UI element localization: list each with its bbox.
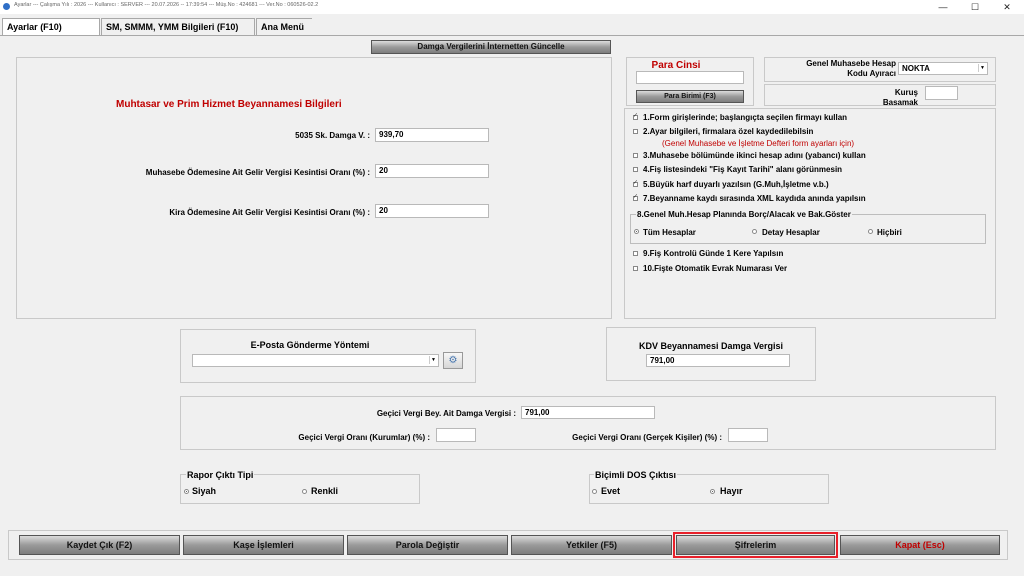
gecici-gercek-input[interactable] [728, 428, 768, 442]
kdv-title: KDV Beyannamesi Damga Vergisi [638, 341, 784, 351]
gear-icon[interactable]: ⚙ [443, 352, 463, 369]
gecici-kurumlar-input[interactable] [436, 428, 476, 442]
radio-hayir-label: Hayır [720, 486, 743, 496]
kurus-input[interactable] [925, 86, 958, 100]
sifrelerim-button[interactable]: Şifrelerim [673, 532, 838, 558]
radio-detay-hesaplar-label: Detay Hesaplar [762, 228, 820, 237]
option-3-checkbox[interactable] [633, 153, 638, 158]
gecici-gercek-label: Geçici Vergi Oranı (Gerçek Kişiler) (%) … [572, 433, 722, 442]
para-birimi-button[interactable]: Para Birimi (F3) [636, 90, 744, 103]
tab-sm-smmm-ymm[interactable]: SM, SMMM, YMM Bilgileri (F10) [101, 18, 255, 35]
option-5-label: 5.Büyük harf duyarlı yazılsın (G.Muh,İşl… [643, 180, 829, 189]
option-9-checkbox[interactable] [633, 251, 638, 256]
radio-evet[interactable] [592, 489, 597, 494]
radio-evet-label: Evet [601, 486, 621, 496]
kdv-damga-input[interactable]: 791,00 [646, 354, 790, 367]
option-9-label: 9.Fiş Kontrolü Günde 1 Kere Yapılsın [643, 249, 784, 258]
tab-divider [0, 35, 1024, 36]
damga-update-button[interactable]: Damga Vergilerini İnternetten Güncelle [371, 40, 611, 54]
parola-degistir-button[interactable]: Parola Değiştir [347, 535, 508, 555]
hesap-ayirac-value: NOKTA [902, 64, 930, 73]
window-title: Ayarlar --- Çalışma Yılı : 2026 --- Kull… [14, 2, 319, 8]
borc-alacak-title: 8.Genel Muh.Hesap Planında Borç/Alacak v… [636, 210, 852, 219]
gecici-damga-label: Geçici Vergi Bey. Ait Damga Vergisi : [376, 409, 516, 418]
minimize-button[interactable]: — [928, 0, 958, 14]
muhtasar-panel [16, 57, 612, 319]
kurus-label-2: Basamak [882, 98, 918, 107]
kase-islemleri-button[interactable]: Kaşe İşlemleri [183, 535, 344, 555]
eposta-select[interactable]: ▼ [192, 354, 439, 367]
radio-renkli-label: Renkli [311, 486, 339, 496]
radio-siyah[interactable] [184, 489, 189, 494]
kaydet-cik-button[interactable]: Kaydet Çık (F2) [19, 535, 180, 555]
tab-bar: Ayarlar (F10) SM, SMMM, YMM Bilgileri (F… [0, 18, 1024, 36]
radio-hayir[interactable] [710, 489, 715, 494]
muhtasar-title: Muhtasar ve Prim Hizmet Beyannamesi Bilg… [116, 99, 342, 110]
chevron-down-icon[interactable]: ▼ [429, 356, 437, 364]
kapat-button[interactable]: Kapat (Esc) [840, 535, 1000, 555]
gecici-kurumlar-label: Geçici Vergi Oranı (Kurumlar) (%) : [298, 433, 430, 442]
kira-kesinti-input[interactable]: 20 [375, 204, 489, 218]
option-4-label: 4.Fiş listesindeki "Fiş Kayıt Tarihi" al… [643, 165, 843, 174]
yetkiler-button[interactable]: Yetkiler (F5) [511, 535, 672, 555]
option-5-checkbox[interactable] [633, 179, 638, 187]
damga-v-label: 5035 Sk. Damga V. : [295, 131, 370, 140]
dos-cikti-title: Biçimli DOS Çıktısı [594, 470, 678, 480]
radio-tum-hesaplar[interactable] [634, 229, 639, 234]
gecici-damga-input[interactable]: 791,00 [521, 406, 655, 419]
tab-ana-menu[interactable]: Ana Menü [256, 18, 312, 35]
option-3-label: 3.Muhasebe bölümünde ikinci hesap adını … [643, 151, 866, 160]
muhasebe-kesinti-input[interactable]: 20 [375, 164, 489, 178]
app-icon [3, 3, 10, 10]
option-1-checkbox[interactable] [633, 112, 638, 120]
radio-siyah-label: Siyah [192, 486, 217, 496]
para-cinsi-title: Para Cinsi [651, 60, 701, 71]
hesap-ayirac-label-2: Kodu Ayıracı [847, 69, 896, 78]
damga-v-input[interactable]: 939,70 [375, 128, 489, 142]
muhasebe-kesinti-label: Muhasebe Ödemesine Ait Gelir Vergisi Kes… [145, 168, 370, 177]
option-1-label: 1.Form girişlerinde; başlangıçta seçilen… [643, 113, 848, 122]
option-4-checkbox[interactable] [633, 167, 638, 172]
option-7-checkbox[interactable] [633, 193, 638, 201]
kurus-label-1: Kuruş [894, 88, 918, 97]
chevron-down-icon[interactable]: ▼ [978, 64, 986, 72]
option-2-label: 2.Ayar bilgileri, firmalara özel kaydedi… [643, 127, 814, 136]
radio-tum-hesaplar-label: Tüm Hesaplar [643, 228, 696, 237]
radio-hicbiri[interactable] [868, 229, 873, 234]
option-10-checkbox[interactable] [633, 266, 638, 271]
tab-ayarlar[interactable]: Ayarlar (F10) [2, 18, 100, 36]
rapor-cikti-title: Rapor Çıktı Tipi [186, 470, 255, 480]
kira-kesinti-label: Kira Ödemesine Ait Gelir Vergisi Kesinti… [169, 208, 370, 217]
option-7-label: 7.Beyanname kaydı sırasında XML kaydıda … [643, 194, 866, 203]
eposta-title: E-Posta Gönderme Yöntemi [250, 340, 370, 350]
para-cinsi-input[interactable] [636, 71, 744, 84]
hesap-ayirac-select[interactable]: NOKTA ▼ [898, 62, 988, 75]
option-2-checkbox[interactable] [633, 129, 638, 134]
radio-hicbiri-label: Hiçbiri [877, 228, 902, 237]
radio-renkli[interactable] [302, 489, 307, 494]
radio-detay-hesaplar[interactable] [752, 229, 757, 234]
title-bar: Ayarlar --- Çalışma Yılı : 2026 --- Kull… [0, 0, 1024, 14]
hesap-ayirac-label-1: Genel Muhasebe Hesap [806, 59, 896, 68]
close-window-button[interactable]: ✕ [992, 0, 1022, 14]
option-10-label: 10.Fişte Otomatik Evrak Numarası Ver [643, 264, 788, 273]
option-2-note: (Genel Muhasebe ve İşletme Defteri form … [662, 139, 855, 148]
maximize-button[interactable]: ☐ [960, 0, 990, 14]
